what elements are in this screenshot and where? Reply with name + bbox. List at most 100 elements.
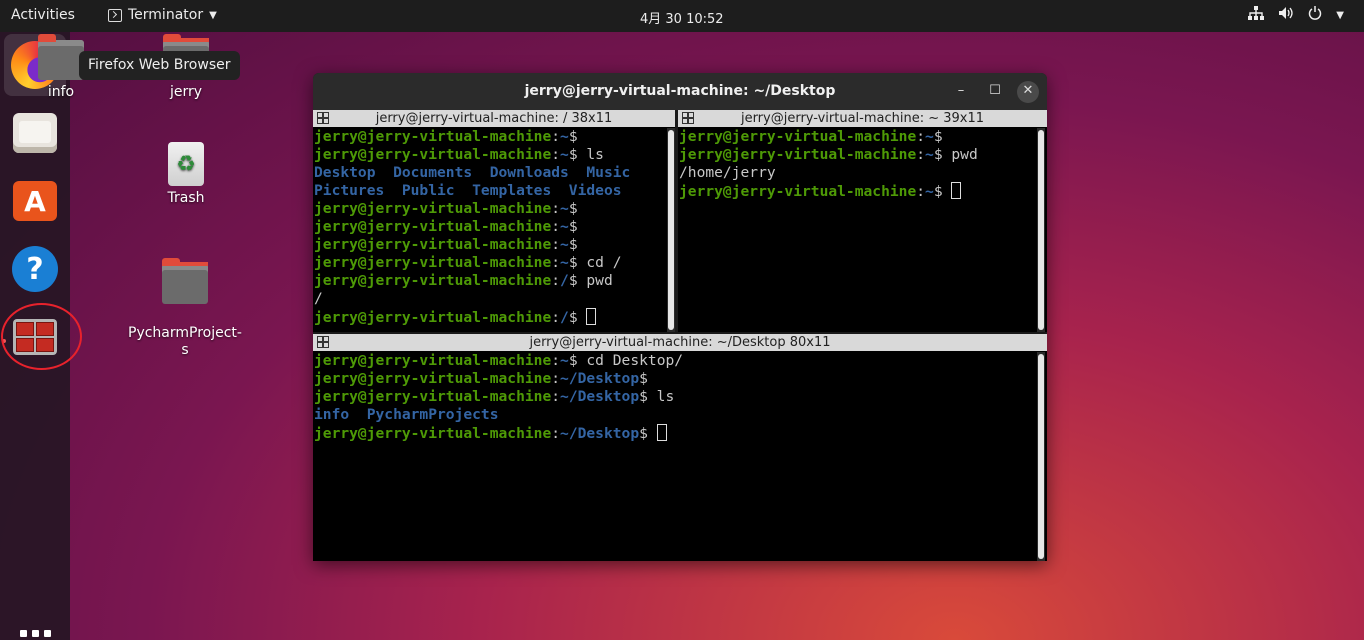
maximize-button[interactable]: ☐ [984, 81, 1006, 103]
desktop-icon-label: jerry [169, 84, 203, 100]
files-icon [13, 113, 57, 153]
power-icon[interactable] [1308, 6, 1322, 24]
grid-icon[interactable] [317, 336, 329, 348]
window-titlebar[interactable]: jerry@jerry-virtual-machine: ~/Desktop –… [313, 73, 1047, 110]
chevron-down-icon: ▼ [209, 9, 217, 21]
prompt-path: / [560, 272, 569, 289]
terminal-line: /home/jerry [679, 164, 978, 182]
prompt-sep: : [551, 200, 561, 217]
terminal-output[interactable]: jerry@jerry-virtual-machine:~$ jerry@jerr… [314, 128, 630, 327]
terminal-line: jerry@jerry-virtual-machine:~$ pwd [679, 146, 978, 164]
prompt-path: ~ [560, 200, 569, 217]
listing-output: Pictures Public Templates Videos [314, 182, 622, 199]
terminal-line: jerry@jerry-virtual-machine:~$ [679, 128, 978, 146]
command-output: / [314, 290, 323, 307]
listing-output: Desktop Documents Downloads Music [314, 164, 631, 181]
dock-files[interactable] [4, 102, 66, 164]
cursor [951, 182, 962, 199]
desktop-icon-info[interactable]: info [38, 34, 84, 100]
app-menu[interactable]: Terminator ▼ [108, 7, 217, 23]
system-tray[interactable]: ▼ [1248, 6, 1344, 24]
command-text: $ pwd [568, 272, 613, 289]
prompt-path: / [560, 309, 569, 326]
clock[interactable]: 4月 30 10:52 [640, 8, 724, 27]
pane-title: jerry@jerry-virtual-machine: ~/Desktop 8… [529, 335, 831, 350]
pane-title: jerry@jerry-virtual-machine: / 38x11 [375, 111, 613, 126]
command-text: $ ls [639, 388, 675, 405]
prompt-sep: : [551, 128, 561, 145]
command-text: $ ls [568, 146, 604, 163]
prompt-path: ~ [560, 254, 569, 271]
command-text: $ [639, 370, 648, 387]
dock-ubuntu-software[interactable]: A [4, 170, 66, 232]
prompt-sep: : [916, 146, 926, 163]
prompt-user: jerry@jerry-virtual-machine [314, 388, 552, 405]
pane-titlebar: jerry@jerry-virtual-machine: / 38x11 [313, 110, 675, 127]
prompt-user: jerry@jerry-virtual-machine [314, 425, 552, 442]
dock-tooltip: Firefox Web Browser [79, 51, 240, 80]
listing-output: info PycharmProjects [314, 406, 499, 423]
activities-button[interactable]: Activities [11, 7, 75, 23]
terminal-line: jerry@jerry-virtual-machine:~$ [314, 200, 630, 218]
trash-icon: ♻ [168, 142, 204, 186]
terminal-line: jerry@jerry-virtual-machine:~$ [314, 218, 630, 236]
prompt-path: ~ [560, 146, 569, 163]
cursor [656, 424, 667, 441]
terminal-pane-2[interactable]: jerry@jerry-virtual-machine: ~ 39x11 jer… [678, 110, 1047, 332]
minimize-button[interactable]: – [950, 81, 972, 103]
terminal-icon [108, 8, 122, 22]
top-bar: Activities Terminator ▼ 4月 30 10:52 ▼ [0, 0, 1364, 32]
terminal-line: jerry@jerry-virtual-machine:~$ [679, 182, 978, 201]
prompt-user: jerry@jerry-virtual-machine [314, 128, 552, 145]
prompt-user: jerry@jerry-virtual-machine [314, 200, 552, 217]
prompt-user: jerry@jerry-virtual-machine [679, 146, 917, 163]
terminal-line: jerry@jerry-virtual-machine:~$ cd / [314, 254, 630, 272]
close-button[interactable]: ✕ [1017, 81, 1039, 103]
cursor [586, 308, 597, 325]
prompt-sep: : [551, 146, 561, 163]
terminal-line: Pictures Public Templates Videos [314, 182, 630, 200]
grid-icon[interactable] [317, 112, 329, 124]
show-applications-button[interactable] [20, 630, 51, 640]
desktop-icon-trash[interactable]: ♻ Trash [158, 142, 214, 206]
terminal-pane-3[interactable]: jerry@jerry-virtual-machine: ~/Desktop 8… [313, 334, 1047, 561]
prompt-path: ~ [560, 128, 569, 145]
software-store-icon: A [13, 181, 57, 221]
command-output: /home/jerry [679, 164, 776, 181]
terminal-output[interactable]: jerry@jerry-virtual-machine:~$ jerry@jerr… [679, 128, 978, 201]
prompt-user: jerry@jerry-virtual-machine [314, 146, 552, 163]
desktop-icon-pycharmprojects[interactable]: PycharmProject- s [126, 247, 244, 376]
prompt-user: jerry@jerry-virtual-machine [314, 218, 552, 235]
prompt-user: jerry@jerry-virtual-machine [679, 128, 917, 145]
annotation-circle [1, 303, 82, 370]
scrollbar[interactable] [1037, 352, 1045, 561]
terminal-line: jerry@jerry-virtual-machine:~/Desktop$ l… [314, 388, 683, 406]
scrollbar[interactable] [667, 128, 675, 332]
terminal-output[interactable]: jerry@jerry-virtual-machine:~$ cd Deskto… [314, 352, 683, 443]
prompt-path: ~ [560, 218, 569, 235]
prompt-sep: : [551, 388, 561, 405]
folder-icon [38, 34, 84, 80]
command-text: $ [568, 218, 578, 235]
dock-help[interactable]: ? [4, 238, 66, 300]
command-text: $ [568, 128, 578, 145]
prompt-user: jerry@jerry-virtual-machine [314, 272, 552, 289]
network-icon[interactable] [1248, 6, 1265, 24]
window-title: jerry@jerry-virtual-machine: ~/Desktop [524, 83, 836, 99]
grid-icon[interactable] [682, 112, 694, 124]
prompt-sep: : [916, 183, 926, 200]
command-text: $ [933, 183, 952, 200]
prompt-path: ~ [925, 183, 934, 200]
pane-titlebar: jerry@jerry-virtual-machine: ~/Desktop 8… [313, 334, 1047, 351]
pane-title: jerry@jerry-virtual-machine: ~ 39x11 [740, 111, 985, 126]
terminal-line: Desktop Documents Downloads Music [314, 164, 630, 182]
desktop-icon-label: PycharmProject- s [128, 325, 242, 358]
help-icon: ? [12, 246, 58, 292]
volume-icon[interactable] [1278, 6, 1294, 24]
chevron-down-icon[interactable]: ▼ [1336, 10, 1344, 21]
terminal-pane-1[interactable]: jerry@jerry-virtual-machine: / 38x11 jer… [313, 110, 675, 332]
prompt-sep: : [551, 425, 561, 442]
prompt-sep: : [551, 309, 561, 326]
prompt-sep: : [551, 272, 561, 289]
scrollbar[interactable] [1037, 128, 1045, 332]
